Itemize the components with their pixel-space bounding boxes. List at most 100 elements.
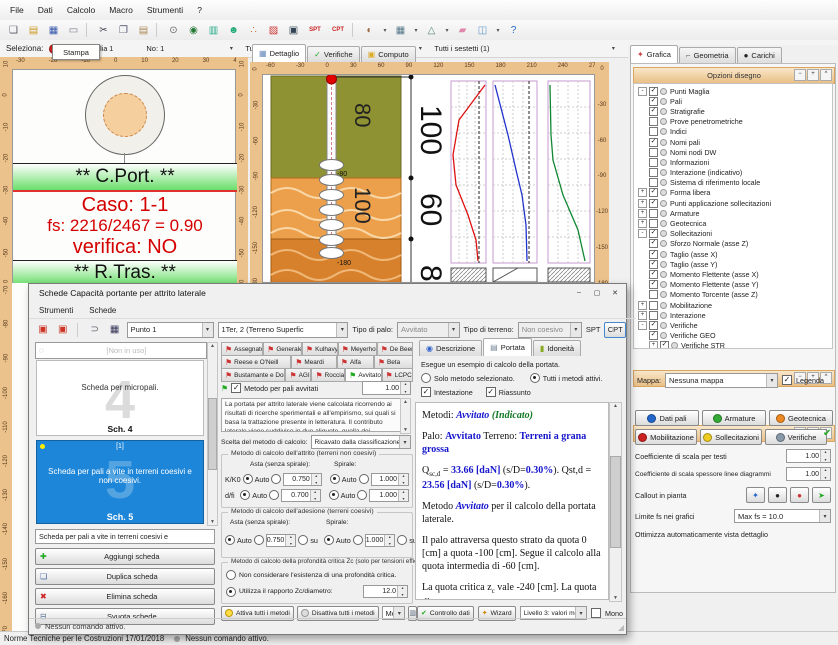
su-radio[interactable] bbox=[397, 535, 407, 545]
tree-item[interactable]: +✓Punti applicazione sollecitazioni bbox=[636, 198, 832, 208]
method-description[interactable]: La portata per attrito laterale viene ca… bbox=[221, 398, 411, 432]
close-icon[interactable]: ✕ bbox=[608, 287, 622, 298]
help-icon[interactable]: ? bbox=[504, 21, 523, 39]
tree-checkbox[interactable]: ✓ bbox=[649, 87, 658, 96]
tab-computo[interactable]: ▣Computo bbox=[361, 46, 416, 62]
mono-checkbox[interactable] bbox=[591, 608, 601, 618]
tree-item[interactable]: +Interazione bbox=[636, 310, 832, 320]
user-icon[interactable]: ☻ bbox=[224, 21, 243, 39]
expand-icon[interactable]: + bbox=[638, 311, 647, 320]
paperclip-icon[interactable]: ⊙ bbox=[164, 21, 183, 39]
notes-icon[interactable]: ▦ bbox=[107, 321, 123, 339]
method-enable-checkbox[interactable]: ✓ bbox=[231, 383, 241, 393]
tree-checkbox[interactable]: ✓ bbox=[649, 188, 658, 197]
adesione-spirale-spinner[interactable]: 1.000▴▾ bbox=[365, 534, 396, 547]
zc-spinner[interactable]: 12.0▴▾ bbox=[363, 585, 408, 598]
method-tab-bustamanteedoix[interactable]: ⚑Bustamante e Doix bbox=[221, 368, 285, 382]
expand-icon[interactable]: + bbox=[638, 209, 647, 218]
riassunto-checkbox[interactable]: ✓ bbox=[486, 387, 496, 397]
tree-item[interactable]: Prove penetrometriche bbox=[636, 117, 832, 127]
coeff-linee-spinner[interactable]: 1.00▴▾ bbox=[786, 467, 831, 481]
value-radio[interactable] bbox=[357, 490, 367, 500]
auto-radio[interactable] bbox=[329, 490, 339, 500]
tree-item[interactable]: ✓Taglio (asse Y) bbox=[636, 259, 832, 269]
tree-item[interactable]: Indici bbox=[636, 127, 832, 137]
plan-canvas[interactable]: ** C.Port. ** Caso: 1-1 fs: 2216/2467 = … bbox=[12, 69, 236, 283]
ottimizza-label[interactable]: Ottimizza automaticamente vista dettagli… bbox=[635, 530, 768, 539]
method-tab-reeseeoneill[interactable]: ⚑Reese e O'Neill bbox=[221, 355, 291, 369]
method-tab-avvitato[interactable]: ⚑Avvitato bbox=[345, 368, 381, 382]
auto-radio[interactable] bbox=[225, 535, 235, 545]
tab-carichi[interactable]: ●Carichi bbox=[737, 47, 782, 63]
layers-icon[interactable]: ▥ bbox=[204, 21, 223, 39]
auto-radio[interactable] bbox=[240, 490, 250, 500]
value-radio[interactable] bbox=[254, 535, 264, 545]
tree-item[interactable]: +Armature bbox=[636, 208, 832, 218]
tree-item[interactable]: ✓Momento Flettente (asse Y) bbox=[636, 280, 832, 290]
layout-icon[interactable]: ◫ bbox=[473, 21, 492, 39]
tree-checkbox[interactable]: ✓ bbox=[649, 260, 658, 269]
auto-radio[interactable] bbox=[324, 535, 334, 545]
menu-item-macro[interactable]: Macro bbox=[109, 5, 133, 15]
button-aggiungischeda[interactable]: ✚Aggiungi scheda bbox=[35, 548, 215, 565]
description-scrollbar[interactable]: ▲▼ bbox=[400, 398, 411, 434]
card-sch4[interactable]: 4 Scheda per micropali. Sch. 4 bbox=[36, 360, 204, 436]
button-duplicascheda[interactable]: ❏Duplica scheda bbox=[35, 568, 215, 585]
value-radio[interactable] bbox=[271, 474, 281, 484]
collapse-icon[interactable]: ^ bbox=[820, 69, 832, 81]
dialog-titlebar[interactable]: Schede Capacità portante per attrito lat… bbox=[29, 284, 626, 302]
expand-icon[interactable]: + bbox=[638, 188, 647, 197]
tree-item[interactable]: ✓Nomi pali bbox=[636, 137, 832, 147]
punto-combo[interactable]: Punto 1▾ bbox=[127, 322, 214, 338]
tutti-metodi-radio[interactable] bbox=[530, 373, 540, 383]
tree-item[interactable]: Informazioni bbox=[636, 157, 832, 167]
auto-radio[interactable] bbox=[243, 474, 253, 484]
quick-button-sollecitazioni[interactable]: Sollecitazioni bbox=[700, 429, 762, 445]
plan-view-panel[interactable]: 100-10-20-30-40-50-60 -30-20-10010203040… bbox=[0, 57, 248, 283]
method-tab-beta[interactable]: ⚑Beta bbox=[374, 355, 413, 369]
save-icon[interactable]: ▦ bbox=[44, 21, 63, 39]
menu-item-strumenti[interactable]: Strumenti bbox=[147, 5, 183, 15]
report-scrollbar[interactable]: ▲▼ bbox=[609, 402, 622, 602]
minimize-icon[interactable]: – bbox=[572, 287, 586, 298]
tab-idoneit[interactable]: ▮Idoneità bbox=[533, 340, 581, 356]
new-file-icon[interactable]: ❏ bbox=[4, 21, 23, 39]
card-name-input[interactable]: Scheda per pali a vite in terreni coesiv… bbox=[35, 529, 215, 544]
print-icon[interactable]: ▭ bbox=[64, 21, 83, 39]
method-tab-meyerhof[interactable]: ⚑Meyerhof bbox=[338, 342, 377, 356]
plus-icon[interactable]: + bbox=[807, 69, 819, 81]
tree-checkbox[interactable]: ✓ bbox=[649, 270, 658, 279]
tree-item[interactable]: Nomi nodi DW bbox=[636, 147, 832, 157]
eraser-icon[interactable]: ▰ bbox=[453, 21, 472, 39]
nodes-icon[interactable]: △ bbox=[422, 21, 441, 39]
tree-checkbox[interactable] bbox=[649, 158, 658, 167]
tree-checkbox[interactable] bbox=[649, 127, 658, 136]
tree-item[interactable]: +✓Forma libera bbox=[636, 188, 832, 198]
card-sch5-selected[interactable]: 5 [1] Scheda per pali a vite in terreni … bbox=[36, 440, 204, 524]
cpt-button[interactable]: CPT bbox=[604, 322, 626, 338]
quick-button-armature[interactable]: Armature bbox=[702, 410, 766, 426]
tree-checkbox[interactable]: ✓ bbox=[649, 229, 658, 238]
card-red2-icon[interactable]: ▣ bbox=[55, 321, 71, 339]
tree-checkbox[interactable]: ✓ bbox=[649, 250, 658, 259]
tree-item[interactable]: +✓Verifiche STR bbox=[636, 341, 832, 349]
coeff-testi-spinner[interactable]: 1.00▴▾ bbox=[786, 449, 831, 463]
expand-icon[interactable]: + bbox=[638, 199, 647, 208]
tab-dettaglio[interactable]: ▦Dettaglio bbox=[252, 44, 306, 62]
tab-geometria[interactable]: ⌐Geometria bbox=[679, 47, 736, 63]
expand-icon[interactable]: - bbox=[638, 321, 647, 330]
tree-checkbox[interactable]: ✓ bbox=[649, 199, 658, 208]
method-tab-meardi[interactable]: ⚑Meardi bbox=[291, 355, 337, 369]
minus-icon[interactable]: − bbox=[794, 69, 806, 81]
method-tab-alfa[interactable]: ⚑Alfa bbox=[337, 355, 374, 369]
tree-checkbox[interactable]: ✓ bbox=[649, 97, 658, 106]
tree-item[interactable]: ✓Taglio (asse X) bbox=[636, 249, 832, 259]
solo-metodo-radio[interactable] bbox=[421, 373, 431, 383]
terreno-combo[interactable]: 1Ter, 2 (Terreno Superfic▾ bbox=[218, 322, 349, 338]
tree-item[interactable]: -✓Sollecitazioni bbox=[636, 229, 832, 239]
tree-checkbox[interactable] bbox=[649, 168, 658, 177]
tree-checkbox[interactable] bbox=[649, 209, 658, 218]
method-coeff-spinner[interactable]: 1.00▴▾ bbox=[362, 381, 411, 395]
tree-item[interactable]: +Geotecnica bbox=[636, 218, 832, 228]
caret-icon[interactable]: ▾ bbox=[411, 21, 421, 39]
